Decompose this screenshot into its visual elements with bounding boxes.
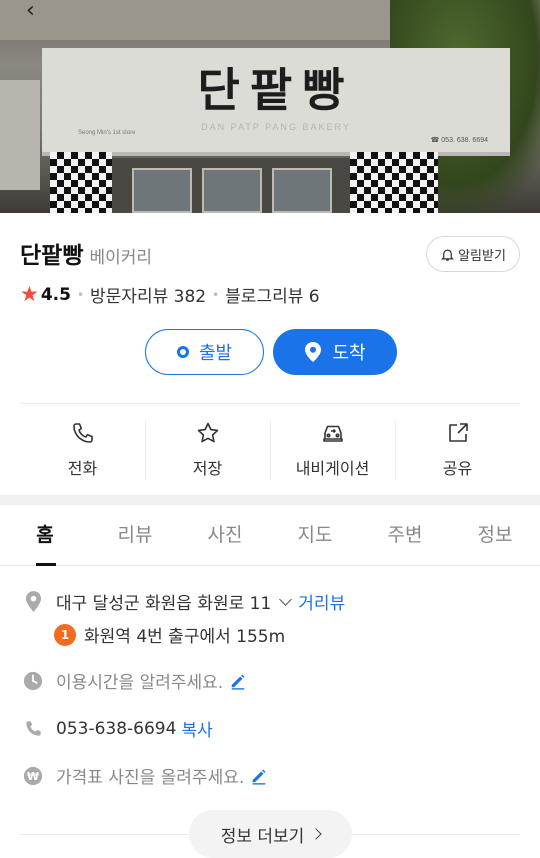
place-title: 단팥빵 베이커리 — [20, 236, 152, 270]
store-signboard: 단팥빵 Seong Min's 1st store DAN PATP PANG … — [42, 48, 510, 156]
pencil-icon[interactable] — [250, 767, 268, 785]
signboard-subtitle: DAN PATP PANG BAKERY — [201, 122, 351, 132]
arrive-button[interactable]: 도착 — [273, 329, 397, 375]
back-arrow-icon[interactable]: ‹ — [26, 0, 35, 23]
section-separator — [0, 495, 540, 505]
station-directions: 화원역 4번 출구에서 155m — [84, 627, 286, 647]
bell-icon — [441, 249, 455, 261]
checker-pattern-right — [350, 152, 438, 213]
rating-star-icon: ★ — [20, 282, 39, 306]
signboard-phone: ☎ 053. 638. 6694 — [430, 137, 488, 144]
tab-info[interactable]: 정보 — [450, 506, 540, 565]
phone-number[interactable]: 053-638-6694 — [56, 719, 176, 739]
checker-pattern-left — [50, 152, 112, 213]
rating-score: 4.5 — [40, 284, 71, 305]
phone-row: 053-638-6694 복사 — [22, 716, 213, 741]
tab-reviews[interactable]: 리뷰 — [90, 506, 180, 565]
location-pin-icon — [305, 342, 322, 362]
place-category: 베이커리 — [89, 248, 153, 268]
blog-reviews-link[interactable]: 블로그리뷰 6 — [225, 282, 319, 307]
call-action[interactable]: 전화 — [20, 404, 145, 496]
svg-text:₩: ₩ — [27, 770, 39, 783]
notify-button[interactable]: 알림받기 — [426, 236, 520, 272]
street-view-link[interactable]: 거리뷰 — [298, 589, 345, 614]
save-action[interactable]: 저장 — [145, 404, 270, 496]
clock-icon — [22, 670, 44, 692]
depart-button[interactable]: 출발 — [145, 329, 264, 375]
depart-label: 출발 — [198, 343, 233, 364]
won-currency-icon: ₩ — [22, 765, 44, 787]
origin-dot-icon — [176, 346, 189, 358]
storefront — [112, 158, 350, 213]
station-row: 1 화원역 4번 출구에서 155m — [54, 622, 285, 647]
store-photo[interactable]: 단팥빵 Seong Min's 1st store DAN PATP PANG … — [0, 0, 540, 213]
chevron-right-icon — [310, 828, 322, 840]
tab-photos[interactable]: 사진 — [180, 506, 270, 565]
visitor-reviews-link[interactable]: 방문자리뷰 382 — [90, 282, 206, 307]
tab-nearby[interactable]: 주변 — [360, 506, 450, 565]
tab-bar: 홈 리뷰 사진 지도 주변 정보 — [0, 506, 540, 566]
star-icon — [197, 422, 218, 443]
pencil-icon[interactable] — [229, 672, 247, 690]
copy-phone-link[interactable]: 복사 — [181, 716, 212, 741]
storefront-window — [272, 168, 332, 213]
call-label: 전화 — [67, 459, 98, 478]
storefront-window — [202, 168, 262, 213]
notify-label: 알림받기 — [458, 248, 506, 264]
phone-icon — [72, 423, 93, 443]
phone-icon — [22, 718, 44, 740]
quick-actions: 전화 저장 내비게이션 공유 — [20, 404, 520, 496]
hours-row: 이용시간을 알려주세요. — [22, 668, 247, 693]
air-conditioner-unit — [0, 80, 40, 190]
tab-home[interactable]: 홈 — [0, 506, 90, 566]
signboard-title: 단팥빵 — [197, 63, 355, 117]
more-info-button[interactable]: 정보 더보기 — [189, 810, 352, 858]
save-label: 저장 — [192, 459, 223, 478]
share-icon — [448, 423, 468, 442]
navigation-label: 내비게이션 — [295, 459, 370, 478]
arrive-label: 도착 — [332, 343, 366, 364]
rating-row: ★ 4.5 • 방문자리뷰 382 • 블로그리뷰 6 — [20, 282, 320, 308]
address-row: 대구 달성군 화원읍 화원로 11 거리뷰 — [22, 589, 345, 614]
chevron-down-icon[interactable] — [279, 592, 293, 606]
storefront-window — [132, 168, 192, 213]
price-row: ₩ 가격표 사진을 올려주세요. — [22, 763, 268, 788]
more-info-label: 정보 더보기 — [220, 826, 305, 847]
route-buttons: 출발 도착 — [145, 329, 397, 375]
separator-dot: • — [212, 287, 220, 302]
address-text[interactable]: 대구 달성군 화원읍 화원로 11 — [56, 589, 271, 614]
location-pin-icon — [22, 591, 44, 613]
place-name: 단팥빵 — [20, 243, 84, 269]
price-prompt[interactable]: 가격표 사진을 올려주세요. — [56, 763, 244, 788]
tab-map[interactable]: 지도 — [270, 506, 360, 565]
subway-line-badge: 1 — [54, 623, 76, 646]
separator-dot: • — [76, 287, 85, 302]
hours-prompt[interactable]: 이용시간을 알려주세요. — [56, 668, 223, 693]
share-label: 공유 — [442, 459, 473, 478]
navigation-action[interactable]: 내비게이션 — [270, 404, 395, 496]
car-icon — [322, 425, 343, 442]
share-action[interactable]: 공유 — [395, 404, 520, 496]
